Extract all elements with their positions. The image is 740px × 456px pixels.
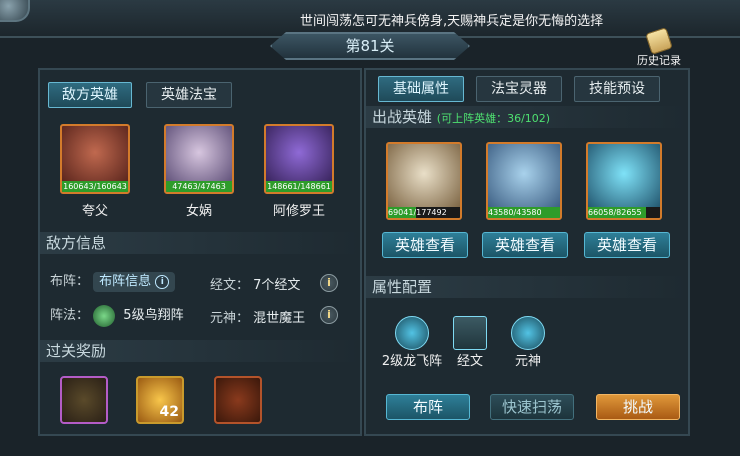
item-box-reward[interactable] [214,376,262,424]
view-hero-button[interactable]: 英雄查看 [482,232,568,258]
enemy-hero-portrait: 47463/47463 [164,124,234,194]
hero-capacity: (可上阵英雄：36/102) [436,112,551,125]
view-hero-button[interactable]: 英雄查看 [382,232,468,258]
enemy-hero-portrait: 160643/160643 [60,124,130,194]
tab-treasure-spirit[interactable]: 法宝灵器 [476,76,562,102]
enemy-hero-name: 夸父 [81,204,108,219]
enemy-hero-name: 阿修罗王 [272,204,325,219]
hero-hp-text: 69041/177492 [388,208,447,217]
battle-hero-portrait[interactable]: 69041/177492 [386,142,462,220]
hero-hp-text: 47463/47463 [172,182,226,191]
player-avatar[interactable] [0,0,30,22]
attributes-title: 属性配置 [366,276,688,298]
dragon-formation-item[interactable]: 2级龙飞阵 [372,316,452,369]
enemy-hero-name: 女娲 [185,204,212,219]
stage-title: 第81关 [270,32,470,60]
deploy-button[interactable]: 布阵 [386,394,470,420]
god-info-icon[interactable]: i [320,306,338,324]
enemy-info-title: 敌方信息 [40,232,360,254]
battle-heroes-label: 出战英雄 [372,108,433,126]
god-value: 混世魔王 [253,311,306,326]
attribute-label: 经文 [456,354,483,369]
rewards-title: 过关奖励 [40,340,360,362]
history-label: 历史记录 [637,54,681,67]
battle-panel: 基础属性 法宝灵器 技能预设 出战英雄 (可上阵英雄：36/102) 69041… [364,68,690,436]
scripture-row: 经文： 7个经文 [210,274,300,293]
tab-basic-attributes[interactable]: 基础属性 [378,76,464,102]
hero-hp-text: 66058/82655 [588,208,642,217]
quick-sweep-button[interactable]: 快速扫荡 [490,394,574,420]
enemy-hero-card[interactable]: 148661/148661 阿修罗王 [262,124,336,220]
formation-info-label: 布阵信息 [99,274,152,289]
battle-hero-portrait[interactable]: 43580/43580 [486,142,562,220]
tab-enemy-heroes[interactable]: 敌方英雄 [48,82,132,108]
attribute-label: 2级龙飞阵 [381,354,443,369]
hero-hp-text: 160643/160643 [63,182,127,191]
enemy-panel: 敌方英雄 英雄法宝 160643/160643 夸父 47463/47463 女… [38,68,362,436]
hero-hp-text: 148661/148661 [267,182,331,191]
challenge-button[interactable]: 挑战 [596,394,680,420]
battle-hero-portrait[interactable]: 66058/82655 [586,142,662,220]
history-button[interactable]: 历史记录 [634,27,684,68]
announcement-marquee: 世间闯荡怎可无神兵傍身,天赐神兵定是你无悔的选择 [300,14,604,28]
attribute-label: 元神 [514,354,541,369]
scripture-value: 7个经文 [253,278,301,293]
scripture-info-icon[interactable]: i [320,274,338,292]
god-icon [511,316,545,350]
god-label: 元神： [210,311,250,326]
god-row: 元神： 混世魔王 [210,307,305,326]
scripture-icon [453,316,487,350]
view-hero-button[interactable]: 英雄查看 [584,232,670,258]
god-item[interactable]: 元神 [506,316,550,369]
reward-count: 42 [159,404,179,420]
enemy-hero-portrait: 148661/148661 [264,124,334,194]
formation-label: 布阵： [50,274,90,289]
method-value: 5级鸟翔阵 [123,308,184,323]
tab-hero-treasure[interactable]: 英雄法宝 [146,82,232,108]
hero-hp-text: 43580/43580 [488,208,542,217]
treasure-chest-reward[interactable] [60,376,108,424]
formation-info-button[interactable]: 布阵信息 i [93,272,176,292]
method-row: 阵法： 5级鸟翔阵 [50,304,184,327]
formation-emblem-icon [93,304,116,327]
tab-skill-preset[interactable]: 技能预设 [574,76,660,102]
gold-ingot-reward[interactable]: 42 [136,376,184,424]
enemy-hero-card[interactable]: 47463/47463 女娲 [162,124,236,220]
formation-row: 布阵： 布阵信息 i [50,270,176,292]
battle-heroes-title: 出战英雄 (可上阵英雄：36/102) [366,106,688,128]
method-label: 阵法： [50,308,90,323]
scripture-item[interactable]: 经文 [448,316,492,369]
scroll-icon [645,27,673,55]
enemy-hero-card[interactable]: 160643/160643 夸父 [58,124,132,220]
info-icon: i [155,274,170,289]
scripture-label: 经文： [210,278,250,293]
dragon-formation-icon [395,316,429,350]
